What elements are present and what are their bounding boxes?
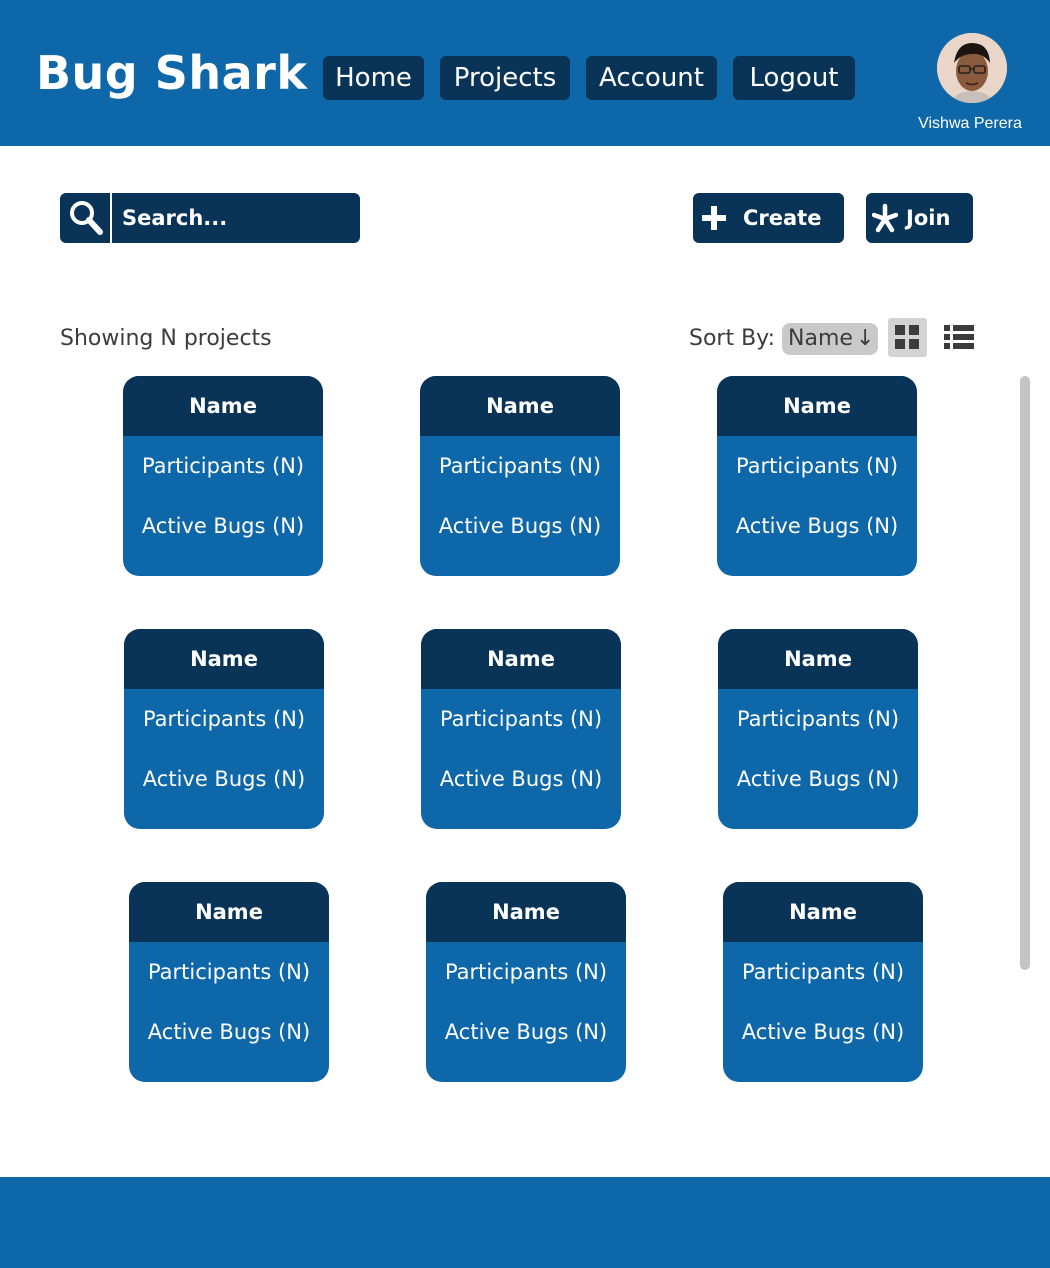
user-avatar[interactable] xyxy=(937,33,1007,103)
scrollbar[interactable] xyxy=(1020,376,1030,970)
project-active-bugs: Active Bugs (N) xyxy=(141,514,305,538)
sort-value: Name xyxy=(788,326,853,351)
project-card[interactable]: Name Participants (N) Active Bugs (N) xyxy=(426,882,626,1082)
project-name: Name xyxy=(421,629,621,689)
search-icon[interactable] xyxy=(60,193,112,243)
project-card[interactable]: Name Participants (N) Active Bugs (N) xyxy=(129,882,329,1082)
project-active-bugs: Active Bugs (N) xyxy=(741,1020,905,1044)
sort-label: Sort By: xyxy=(689,326,776,351)
project-participants: Participants (N) xyxy=(438,454,602,478)
user-name: Vishwa Perera xyxy=(918,115,1022,132)
project-participants: Participants (N) xyxy=(142,707,306,731)
project-active-bugs: Active Bugs (N) xyxy=(438,514,602,538)
project-participants: Participants (N) xyxy=(735,454,899,478)
project-participants: Participants (N) xyxy=(141,454,305,478)
project-name: Name xyxy=(420,376,620,436)
project-participants: Participants (N) xyxy=(439,707,603,731)
project-name: Name xyxy=(426,882,626,942)
project-card[interactable]: Name Participants (N) Active Bugs (N) xyxy=(124,629,324,829)
project-card[interactable]: Name Participants (N) Active Bugs (N) xyxy=(123,376,323,576)
project-card[interactable]: Name Participants (N) Active Bugs (N) xyxy=(718,629,918,829)
user-avatar-photo xyxy=(937,33,1007,103)
list-view-icon[interactable] xyxy=(940,318,979,357)
project-active-bugs: Active Bugs (N) xyxy=(735,514,899,538)
join-button-label: Join xyxy=(906,206,951,230)
project-name: Name xyxy=(717,376,917,436)
search-bar[interactable] xyxy=(60,193,360,243)
nav-logout-button[interactable]: Logout xyxy=(733,56,855,100)
search-input[interactable] xyxy=(116,193,346,243)
project-name: Name xyxy=(723,882,923,942)
project-active-bugs: Active Bugs (N) xyxy=(736,767,900,791)
nav-account-button[interactable]: Account xyxy=(586,56,717,100)
grid-view-icon[interactable] xyxy=(888,318,927,357)
app-logo-title[interactable]: Bug Shark xyxy=(36,40,307,106)
top-header: Bug Shark Home Projects Account Logout V… xyxy=(0,0,1050,146)
project-active-bugs: Active Bugs (N) xyxy=(444,1020,608,1044)
nav-projects-button[interactable]: Projects xyxy=(440,56,570,100)
sort-select[interactable]: Name ↓ xyxy=(782,323,878,355)
project-participants: Participants (N) xyxy=(736,707,900,731)
project-name: Name xyxy=(123,376,323,436)
project-name: Name xyxy=(718,629,918,689)
page-footer xyxy=(0,1177,1050,1268)
nav-home-button[interactable]: Home xyxy=(323,56,424,100)
plus-icon xyxy=(701,193,727,261)
sort-direction-icon: ↓ xyxy=(856,326,875,351)
project-card[interactable]: Name Participants (N) Active Bugs (N) xyxy=(717,376,917,576)
project-active-bugs: Active Bugs (N) xyxy=(147,1020,311,1044)
project-name: Name xyxy=(124,629,324,689)
asterisk-icon xyxy=(871,193,899,261)
project-participants: Participants (N) xyxy=(444,960,608,984)
project-active-bugs: Active Bugs (N) xyxy=(142,767,306,791)
project-participants: Participants (N) xyxy=(147,960,311,984)
project-card[interactable]: Name Participants (N) Active Bugs (N) xyxy=(421,629,621,829)
project-card[interactable]: Name Participants (N) Active Bugs (N) xyxy=(420,376,620,576)
project-count-text: Showing N projects xyxy=(60,326,272,351)
project-name: Name xyxy=(129,882,329,942)
project-active-bugs: Active Bugs (N) xyxy=(439,767,603,791)
project-participants: Participants (N) xyxy=(741,960,905,984)
project-card[interactable]: Name Participants (N) Active Bugs (N) xyxy=(723,882,923,1082)
create-button[interactable]: Create xyxy=(693,193,844,243)
join-button[interactable]: Join xyxy=(866,193,973,243)
create-button-label: Create xyxy=(743,206,822,230)
